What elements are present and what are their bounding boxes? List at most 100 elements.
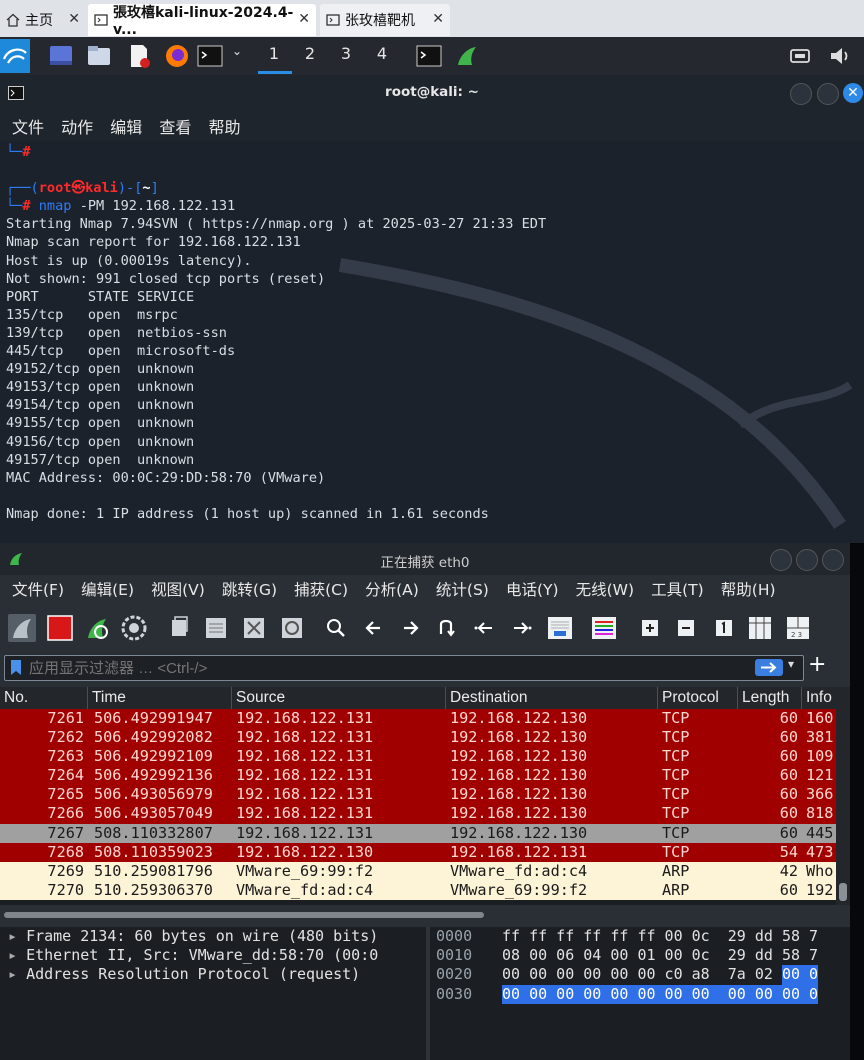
close-icon[interactable]: ✕ (68, 11, 80, 27)
normal-size-icon[interactable] (710, 614, 738, 642)
menu-statistics[interactable]: 统计(S) (436, 578, 489, 600)
menu-file[interactable]: 文件(F) (12, 578, 64, 600)
packet-row[interactable]: 7268 508.110359023 192.168.122.130 192.168.… (0, 842, 836, 862)
minimize-button[interactable] (790, 83, 812, 105)
column-no[interactable]: No. (0, 687, 88, 709)
open-file-icon[interactable] (166, 614, 194, 642)
close-button[interactable] (822, 549, 844, 571)
column-time[interactable]: Time (88, 687, 232, 709)
colorize-icon[interactable] (590, 614, 618, 642)
add-filter-button[interactable]: + (808, 652, 826, 677)
go-back-icon[interactable] (360, 614, 388, 642)
desktop-icon[interactable] (48, 43, 74, 69)
menu-capture[interactable]: 捕获(C) (294, 578, 348, 600)
packet-row[interactable]: 7267 508.110332807 192.168.122.131 192.168.… (0, 823, 836, 843)
volume-icon[interactable] (828, 43, 852, 69)
text-editor-icon[interactable] (126, 43, 152, 69)
bookmark-icon[interactable] (10, 659, 22, 676)
stop-capture-icon[interactable] (46, 614, 74, 642)
menu-action[interactable]: 动作 (61, 114, 93, 138)
detail-row[interactable]: ▸ Frame 2134: 60 bytes on wire (480 bits… (0, 927, 426, 946)
display-filter-input[interactable] (27, 657, 751, 679)
tab-kali-vm[interactable]: 張玫橲kali-linux-2024.4-v... ✕ (88, 4, 316, 38)
first-packet-icon[interactable] (470, 614, 498, 642)
zoom-out-icon[interactable] (672, 614, 700, 642)
firefox-icon[interactable] (164, 43, 190, 69)
restart-capture-icon[interactable] (84, 614, 112, 642)
packet-list[interactable]: No. Time Source Destination Protocol Len… (0, 687, 836, 905)
menu-file[interactable]: 文件 (12, 114, 44, 138)
menu-edit[interactable]: 编辑(E) (81, 578, 134, 600)
packet-row[interactable]: 7263 506.492992109 192.168.122.131 192.168.… (0, 747, 836, 767)
menu-wireless[interactable]: 无线(W) (576, 578, 634, 600)
reload-file-icon[interactable] (278, 614, 306, 642)
close-icon[interactable]: ✕ (298, 11, 310, 27)
column-destination[interactable]: Destination (446, 687, 658, 709)
packet-row[interactable]: 7262 506.492992082 192.168.122.131 192.168.… (0, 728, 836, 748)
detail-row[interactable]: ▸ Ethernet II, Src: VMware_dd:58:70 (00:… (0, 946, 426, 965)
packet-row[interactable]: 7265 506.493056979 192.168.122.131 192.168.… (0, 785, 836, 805)
capture-options-icon[interactable] (120, 614, 148, 642)
tab-home[interactable]: 主页 ✕ (0, 4, 86, 36)
packet-list-scrollbar[interactable] (836, 687, 850, 905)
chevron-down-icon[interactable]: ▾ (788, 657, 794, 671)
menu-go[interactable]: 跳转(G) (222, 578, 277, 600)
files-icon[interactable] (86, 43, 112, 69)
zoom-in-icon[interactable] (636, 614, 664, 642)
packet-row[interactable]: 7269 510.259081796 VMware_69:99:f2 VMware_f… (0, 861, 836, 881)
search-icon[interactable] (322, 614, 350, 642)
apply-filter-arrow-icon[interactable] (755, 659, 783, 676)
minimize-button[interactable] (770, 549, 792, 571)
close-button[interactable]: ✕ (843, 83, 863, 103)
scrollbar-thumb[interactable] (4, 912, 484, 918)
layout-panes-icon[interactable]: 2 3 (784, 614, 812, 642)
column-length[interactable]: Length (738, 687, 802, 709)
go-forward-icon[interactable] (396, 614, 424, 642)
go-to-packet-icon[interactable] (432, 614, 460, 642)
network-icon[interactable] (788, 43, 812, 69)
workspace-2[interactable]: 2 (300, 44, 320, 63)
terminal-icon[interactable] (197, 43, 223, 69)
maximize-button[interactable] (817, 83, 839, 105)
packet-row[interactable]: 7264 506.492992136 192.168.122.131 192.168.… (0, 766, 836, 786)
menu-help[interactable]: 帮助 (208, 114, 240, 138)
last-packet-icon[interactable] (508, 614, 536, 642)
packet-bytes-pane[interactable]: 0000 ff ff ff ff ff ff 00 0c 29 dd 58 7 0… (430, 927, 850, 1060)
save-file-icon[interactable] (202, 614, 230, 642)
wireshark-icon[interactable] (454, 43, 480, 69)
terminal-icon[interactable] (416, 43, 442, 69)
close-file-icon[interactable] (240, 614, 268, 642)
menu-help[interactable]: 帮助(H) (721, 578, 776, 600)
display-filter-bar[interactable]: ▾ (4, 655, 804, 681)
workspace-1[interactable]: 1 (264, 44, 284, 63)
column-info[interactable]: Info (802, 687, 836, 709)
detail-row[interactable]: ▸ Address Resolution Protocol (request) (0, 965, 426, 984)
menu-analyze[interactable]: 分析(A) (365, 578, 419, 600)
packet-row[interactable]: 7261 506.492991947 192.168.122.131 192.168.… (0, 709, 836, 729)
scrollbar-thumb[interactable] (839, 883, 847, 901)
workspace-3[interactable]: 3 (336, 44, 356, 63)
kali-menu-icon[interactable] (0, 39, 30, 73)
terminal-output[interactable]: └─# ┌──(root㉿kali)-[~] └─# nmap -PM 192.1… (6, 143, 864, 543)
close-icon[interactable]: ✕ (432, 11, 444, 27)
resize-columns-icon[interactable] (746, 614, 774, 642)
menu-telephony[interactable]: 电话(Y) (506, 578, 559, 600)
packet-cell-dst: 192.168.122.130 (450, 785, 588, 804)
packet-cell-src: 192.168.122.131 (236, 766, 374, 785)
column-source[interactable]: Source (232, 687, 446, 709)
menu-view[interactable]: 查看 (159, 114, 191, 138)
tab-target-vm[interactable]: 张玫橲靶机 ✕ (320, 4, 450, 36)
maximize-button[interactable] (796, 549, 818, 571)
horizontal-scrollbar[interactable] (0, 909, 850, 921)
menu-view[interactable]: 视图(V) (151, 578, 205, 600)
workspace-4[interactable]: 4 (372, 44, 392, 63)
chevron-down-icon[interactable]: ⌄ (227, 44, 247, 58)
packet-row[interactable]: 7266 506.493057049 192.168.122.131 192.168.… (0, 804, 836, 824)
autoscroll-icon[interactable] (546, 614, 574, 642)
menu-tools[interactable]: 工具(T) (651, 578, 704, 600)
packet-row[interactable]: 7270 510.259306370 VMware_fd:ad:c4 VMware_6… (0, 880, 836, 900)
packet-details-pane[interactable]: ▸ Frame 2134: 60 bytes on wire (480 bits… (0, 927, 426, 1060)
column-protocol[interactable]: Protocol (658, 687, 738, 709)
shark-fin-start-icon[interactable] (8, 614, 36, 642)
menu-edit[interactable]: 编辑 (110, 114, 142, 138)
